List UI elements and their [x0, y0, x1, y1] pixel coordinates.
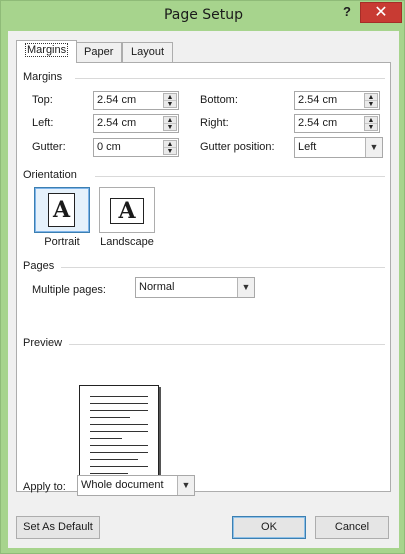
gutter-label: Gutter: — [32, 141, 66, 153]
portrait-label: Portrait — [44, 236, 80, 248]
orientation-divider — [95, 176, 385, 177]
chevron-down-icon[interactable]: ▼ — [177, 476, 194, 495]
margins-section-label: Margins — [23, 71, 63, 83]
chevron-down-icon[interactable]: ▼ — [237, 278, 254, 297]
gutter-position-label: Gutter position: — [200, 141, 275, 153]
preview-text-line — [90, 459, 138, 460]
spin-up-icon[interactable]: ▲ — [164, 141, 176, 148]
multiple-pages-label: Multiple pages: — [32, 284, 106, 296]
gutter-value[interactable]: 0 cm — [97, 141, 121, 153]
portrait-button[interactable]: A — [34, 187, 90, 233]
preview-text-line — [90, 403, 148, 404]
preview-text-line — [90, 445, 148, 446]
left-margin-spinner[interactable]: 2.54 cm ▲ ▼ — [93, 114, 179, 133]
preview-divider — [69, 344, 385, 345]
preview-text-line — [90, 438, 122, 439]
top-margin-spinner[interactable]: 2.54 cm ▲ ▼ — [93, 91, 179, 110]
top-margin-arrows[interactable]: ▲ ▼ — [163, 93, 177, 108]
spin-up-icon[interactable]: ▲ — [365, 117, 377, 124]
landscape-label: Landscape — [100, 236, 154, 248]
preview-text-line — [90, 417, 130, 418]
gutter-spinner[interactable]: 0 cm ▲ ▼ — [93, 138, 179, 157]
right-label: Right: — [200, 117, 229, 129]
multiple-pages-dropdown[interactable]: Normal ▼ — [135, 277, 255, 298]
ok-button[interactable]: OK — [232, 516, 306, 539]
top-margin-value[interactable]: 2.54 cm — [97, 94, 136, 106]
spin-down-icon[interactable]: ▼ — [164, 148, 176, 155]
orientation-section-label: Orientation — [23, 169, 77, 181]
spin-up-icon[interactable]: ▲ — [164, 94, 176, 101]
preview-text-line — [90, 396, 148, 397]
bottom-margin-arrows[interactable]: ▲ ▼ — [364, 93, 378, 108]
spin-down-icon[interactable]: ▼ — [164, 101, 176, 108]
preview-text-line — [90, 410, 148, 411]
bottom-margin-value[interactable]: 2.54 cm — [298, 94, 337, 106]
tab-paper[interactable]: Paper — [75, 42, 123, 62]
spin-down-icon[interactable]: ▼ — [164, 124, 176, 131]
preview-page — [79, 385, 159, 484]
landscape-button[interactable]: A — [99, 187, 155, 233]
tab-layout-label: Layout — [131, 46, 165, 58]
right-margin-spinner[interactable]: 2.54 cm ▲ ▼ — [294, 114, 380, 133]
left-margin-value[interactable]: 2.54 cm — [97, 117, 136, 129]
dialog-body: Margins Paper Layout Margins Top: 2.54 c… — [8, 31, 399, 548]
window-frame: Page Setup ? ✕ Margins Paper Layout Marg… — [0, 0, 405, 554]
gutter-position-value: Left — [298, 141, 317, 153]
help-button[interactable]: ? — [337, 3, 357, 23]
preview-section-label: Preview — [23, 337, 63, 349]
bottom-label: Bottom: — [200, 94, 238, 106]
top-label: Top: — [32, 94, 53, 106]
right-margin-value[interactable]: 2.54 cm — [298, 117, 337, 129]
bottom-margin-spinner[interactable]: 2.54 cm ▲ ▼ — [294, 91, 380, 110]
apply-to-label: Apply to: — [23, 481, 66, 493]
spin-down-icon[interactable]: ▼ — [365, 101, 377, 108]
multiple-pages-value: Normal — [139, 281, 175, 293]
top-label-text: Top: — [32, 94, 53, 106]
chevron-down-icon[interactable]: ▼ — [365, 138, 382, 157]
margins-divider — [75, 78, 385, 79]
tab-margins-label: Margins — [25, 43, 69, 57]
tab-paper-label: Paper — [84, 46, 114, 58]
gutter-arrows[interactable]: ▲ ▼ — [163, 140, 177, 155]
apply-to-dropdown[interactable]: Whole document ▼ — [77, 475, 195, 496]
tab-layout[interactable]: Layout — [122, 42, 174, 62]
title-bar[interactable]: Page Setup ? ✕ — [1, 1, 405, 31]
cancel-button[interactable]: Cancel — [315, 516, 389, 539]
portrait-page-icon: A — [48, 193, 75, 227]
close-button[interactable]: ✕ — [360, 2, 402, 23]
spin-up-icon[interactable]: ▲ — [365, 94, 377, 101]
apply-to-value: Whole document — [81, 479, 164, 491]
left-margin-arrows[interactable]: ▲ ▼ — [163, 116, 177, 131]
right-margin-arrows[interactable]: ▲ ▼ — [364, 116, 378, 131]
pages-section-label: Pages — [23, 260, 55, 272]
preview-text-line — [90, 424, 148, 425]
left-label: Left: — [32, 117, 54, 129]
landscape-page-icon: A — [110, 198, 144, 224]
preview-text-line — [90, 431, 148, 432]
margins-panel: Margins Top: 2.54 cm ▲ ▼ Bottom: 2.54 cm … — [16, 62, 391, 492]
gutter-position-dropdown[interactable]: Left ▼ — [294, 137, 383, 158]
preview-text-line — [90, 473, 128, 474]
set-as-default-button[interactable]: Set As Default — [16, 516, 100, 539]
preview-text-line — [90, 466, 148, 467]
pages-divider — [61, 267, 385, 268]
tab-margins[interactable]: Margins — [16, 40, 78, 63]
spin-down-icon[interactable]: ▼ — [365, 124, 377, 131]
spin-up-icon[interactable]: ▲ — [164, 117, 176, 124]
preview-text-line — [90, 452, 148, 453]
